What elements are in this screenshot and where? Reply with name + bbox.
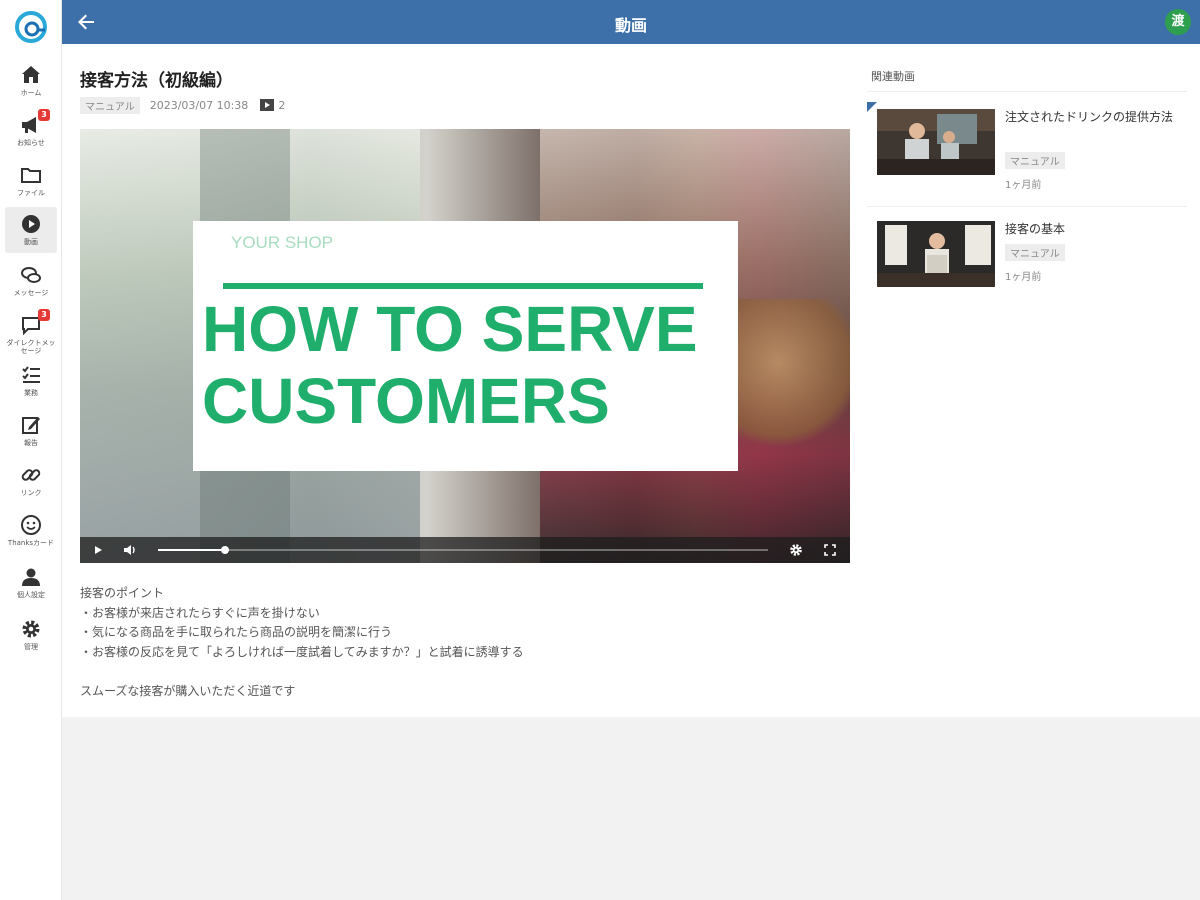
sidebar-item-label: Thanksカード bbox=[7, 539, 55, 547]
home-icon bbox=[19, 63, 43, 87]
sidebar-item-admin[interactable]: 管理 bbox=[5, 612, 57, 658]
related-video-age: 1ヶ月前 bbox=[1005, 180, 1042, 191]
smile-icon bbox=[19, 513, 43, 537]
sidebar-item-label: 管理 bbox=[24, 643, 38, 651]
description-closing: スムーズな接客が購入いただく近道です bbox=[80, 683, 296, 698]
volume-icon bbox=[124, 545, 135, 555]
chat-bubbles-icon bbox=[19, 263, 43, 287]
slide-headline: HOW TO SERVE CUSTOMERS bbox=[202, 293, 698, 437]
video-progress-bar[interactable] bbox=[158, 546, 768, 554]
related-video-title: 接客の基本 bbox=[1005, 222, 1066, 236]
megaphone-icon: 3 bbox=[19, 109, 50, 137]
person-icon bbox=[19, 565, 43, 589]
description-point: ・気になる商品を手に取られたら商品の説明を簡潔に行う bbox=[80, 625, 393, 639]
app-logo[interactable] bbox=[11, 8, 51, 46]
sidebar-item-label: 報告 bbox=[24, 439, 38, 447]
sidebar-item-label: 業務 bbox=[24, 389, 38, 397]
sidebar-item-label: ファイル bbox=[17, 189, 45, 197]
video-background-hanger bbox=[730, 299, 850, 459]
related-video-age: 1ヶ月前 bbox=[1005, 272, 1042, 283]
sidebar-item-messages[interactable]: メッセージ bbox=[5, 258, 57, 304]
gear-icon bbox=[19, 617, 43, 641]
sidebar-item-direct-messages[interactable]: 3 ダイレクトメッセージ bbox=[5, 308, 57, 354]
video-player[interactable]: YOUR SHOP HOW TO SERVE CUSTOMERS bbox=[80, 129, 850, 563]
notification-badge: 3 bbox=[38, 309, 50, 321]
video-title-slide: YOUR SHOP HOW TO SERVE CUSTOMERS bbox=[193, 221, 738, 471]
sidebar-item-label: 個人設定 bbox=[17, 591, 45, 599]
sidebar-item-files[interactable]: ファイル bbox=[5, 158, 57, 204]
slide-shop-label: YOUR SHOP bbox=[231, 233, 334, 252]
volume-button[interactable] bbox=[122, 542, 138, 558]
view-count: 2 bbox=[278, 98, 286, 112]
play-circle-icon bbox=[19, 212, 43, 236]
sidebar-item-videos[interactable]: 動画 bbox=[5, 207, 57, 253]
category-tag: マニュアル bbox=[1005, 152, 1065, 169]
sidebar-item-label: リンク bbox=[20, 489, 42, 497]
settings-gear-icon bbox=[790, 544, 802, 556]
sidebar-item-home[interactable]: ホーム bbox=[5, 58, 57, 104]
settings-button[interactable] bbox=[788, 542, 804, 558]
sidebar-item-tasks[interactable]: 業務 bbox=[5, 358, 57, 404]
related-video-item[interactable]: 注文されたドリンクの提供方法 マニュアル 1ヶ月前 bbox=[867, 104, 1187, 204]
edit-note-icon bbox=[19, 413, 43, 437]
sidebar-item-links[interactable]: リンク bbox=[5, 458, 57, 504]
description-point: ・お客様の反応を見て「よろしければ一度試着してみますか？」と試着に誘導する bbox=[80, 644, 524, 659]
video-datetime: 2023/03/07 10:38 bbox=[149, 98, 249, 112]
play-icon bbox=[95, 546, 102, 554]
sidebar-item-thanks-card[interactable]: Thanksカード bbox=[5, 508, 57, 554]
description-point: ・お客様が来店されたらすぐに声を掛けない bbox=[80, 605, 320, 620]
link-icon bbox=[19, 463, 43, 487]
video-controls bbox=[80, 537, 850, 563]
category-tag: マニュアル bbox=[80, 96, 140, 114]
category-tag: マニュアル bbox=[1005, 244, 1065, 261]
video-meta: マニュアル 2023/03/07 10:38 2 bbox=[80, 96, 286, 114]
fullscreen-button[interactable] bbox=[822, 542, 838, 558]
top-bar: 動画 渡 bbox=[62, 0, 1200, 44]
sidebar-item-label: お知らせ bbox=[17, 139, 45, 147]
checklist-icon bbox=[19, 363, 43, 387]
sidebar-item-notices[interactable]: 3 お知らせ bbox=[5, 108, 57, 154]
video-title: 接客方法（初級編） bbox=[80, 71, 233, 91]
fullscreen-icon bbox=[824, 544, 836, 556]
direct-message-icon: 3 bbox=[19, 309, 50, 337]
sidebar-item-label: ホーム bbox=[20, 89, 42, 97]
app-root: ホーム 3 お知らせ ファイル 動画 メッセージ 3 ダイレクトメッセージ 業務… bbox=[0, 0, 1200, 900]
related-video-item[interactable]: 接客の基本 マニュアル 1ヶ月前 bbox=[867, 216, 1187, 316]
content-area: 接客方法（初級編） マニュアル 2023/03/07 10:38 2 YOUR … bbox=[62, 44, 1200, 717]
play-count-icon bbox=[260, 99, 275, 111]
video-description: 接客のポイント ・お客様が来店されたらすぐに声を掛けない ・気になる商品を手に取… bbox=[80, 584, 850, 701]
sidebar: ホーム 3 お知らせ ファイル 動画 メッセージ 3 ダイレクトメッセージ 業務… bbox=[0, 0, 62, 900]
video-thumbnail bbox=[877, 221, 995, 287]
sidebar-item-label: メッセージ bbox=[13, 289, 49, 297]
play-button[interactable] bbox=[90, 542, 106, 558]
folder-icon bbox=[19, 163, 43, 187]
related-heading: 関連動画 bbox=[871, 70, 915, 83]
page-title: 動画 bbox=[614, 16, 647, 35]
slide-divider bbox=[223, 283, 703, 289]
video-progress-fill bbox=[158, 549, 226, 551]
video-progress-handle[interactable] bbox=[221, 546, 230, 554]
user-avatar[interactable]: 渡 bbox=[1165, 9, 1191, 35]
sidebar-item-personal-settings[interactable]: 個人設定 bbox=[5, 560, 57, 606]
sidebar-item-label: ダイレクトメッセージ bbox=[6, 339, 56, 354]
related-divider bbox=[867, 91, 1187, 92]
related-video-title: 注文されたドリンクの提供方法 bbox=[1005, 110, 1174, 124]
related-divider bbox=[867, 206, 1187, 207]
video-thumbnail bbox=[877, 109, 995, 175]
sidebar-item-reports[interactable]: 報告 bbox=[5, 408, 57, 454]
notification-badge: 3 bbox=[38, 109, 50, 121]
description-heading: 接客のポイント bbox=[80, 586, 165, 600]
sidebar-item-label: 動画 bbox=[24, 238, 38, 246]
